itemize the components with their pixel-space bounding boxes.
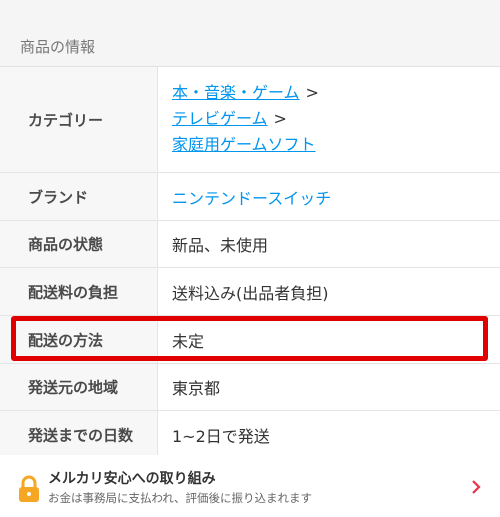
row-label: 配送の方法: [28, 331, 104, 349]
row-label: 発送元の地域: [28, 378, 119, 397]
row-category: カテゴリー 本・音楽・ゲーム > テレビゲーム > 家庭用ゲームソフト: [0, 67, 500, 173]
anshin-banner[interactable]: メルカリ安心への取り組み お金は事務局に支払われ、評価後に振り込まれます: [0, 455, 500, 517]
row-ship-days: 発送までの日数 1~2日で発送: [0, 411, 500, 459]
row-label: ブランド: [28, 188, 89, 206]
row-shipping-fee: 配送料の負担 送料込み(出品者負担): [0, 268, 500, 316]
row-value: 新品、未使用: [172, 236, 269, 255]
row-value: 未定: [172, 331, 205, 351]
row-shipping-method: 配送の方法 未定: [0, 316, 500, 364]
lock-icon: [19, 475, 39, 502]
row-ship-from: 発送元の地域 東京都: [0, 364, 500, 411]
category-separator: >: [273, 109, 287, 128]
category-link-1[interactable]: 本・音楽・ゲーム: [172, 83, 300, 102]
row-condition: 商品の状態 新品、未使用: [0, 221, 500, 268]
row-brand: ブランド ニンテンドースイッチ: [0, 173, 500, 221]
product-info-table: カテゴリー 本・音楽・ゲーム > テレビゲーム > 家庭用ゲームソフト ブランド ニ…: [0, 67, 500, 459]
row-label: 配送料の負担: [28, 283, 119, 301]
row-value: 東京都: [172, 379, 221, 398]
anshin-title: メルカリ安心への取り組み: [48, 471, 216, 487]
row-value: 送料込み(出品者負担): [172, 283, 329, 303]
row-value: 1~2日で発送: [172, 426, 270, 446]
category-link-2[interactable]: テレビゲーム: [172, 109, 268, 128]
row-label: 商品の状態: [28, 235, 104, 254]
row-label: カテゴリー: [28, 111, 104, 129]
category-link-3[interactable]: 家庭用ゲームソフト: [172, 135, 316, 154]
section-header: 商品の情報: [0, 0, 500, 67]
category-separator: >: [305, 83, 319, 102]
brand-link[interactable]: ニンテンドースイッチ: [172, 185, 331, 209]
anshin-subtitle: お金は事務局に支払われ、評価後に振り込まれます: [48, 491, 313, 505]
row-label: 発送までの日数: [28, 426, 134, 444]
chevron-right-icon[interactable]: [470, 478, 482, 496]
category-breadcrumb: 本・音楽・ゲーム > テレビゲーム > 家庭用ゲームソフト: [172, 83, 319, 161]
section-title: 商品の情報: [20, 38, 96, 56]
